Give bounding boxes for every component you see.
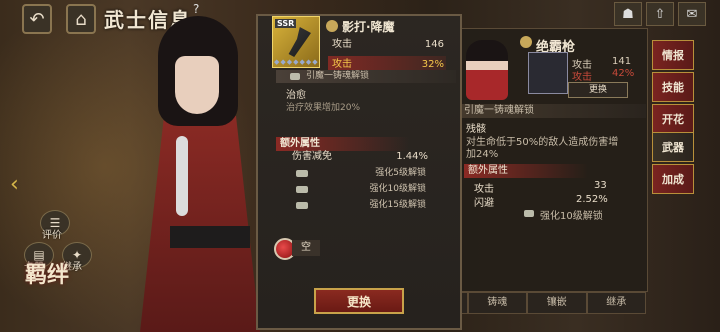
popup-attr-key: 伤害减免 bbox=[292, 151, 332, 162]
upload-icon[interactable]: ⇧ bbox=[646, 2, 674, 26]
gem-slot-label: 空 bbox=[292, 240, 320, 256]
lock-icon bbox=[296, 186, 308, 193]
tab-bloom[interactable]: 开花 bbox=[652, 104, 694, 134]
character-face bbox=[175, 56, 219, 114]
tab-soul[interactable]: 铸魂 bbox=[467, 292, 527, 314]
equipped-unlock: 强化10级解锁 bbox=[540, 211, 603, 222]
tab-info[interactable]: 情报 bbox=[652, 40, 694, 70]
character-belt bbox=[170, 226, 250, 248]
change-weapon-button[interactable]: 更换 bbox=[314, 288, 404, 314]
back-button[interactable]: ↶ bbox=[22, 4, 52, 34]
home-button[interactable]: ⌂ bbox=[66, 4, 96, 34]
lock-icon bbox=[290, 73, 300, 80]
lock-icon bbox=[296, 170, 308, 177]
game-screen: ↶ ⌂ 武士信息 ? ☗ ⇧ ✉ ‹ ☰ 评价 ▤ 卡册 ✦ 继承 羁绊 绝霸枪… bbox=[0, 0, 720, 332]
eval-label: 评价 bbox=[42, 230, 62, 241]
tab-inherit[interactable]: 继承 bbox=[586, 292, 646, 314]
rstat-val-0: 141 bbox=[612, 56, 632, 67]
weapon-type-icon bbox=[520, 36, 532, 48]
rstat-val-1: 42% bbox=[612, 68, 635, 79]
equipped-attr-key-0: 攻击 bbox=[474, 184, 494, 195]
lock-icon bbox=[296, 202, 308, 209]
unlock-row: 强化10级解锁 bbox=[296, 182, 426, 196]
bond-seal[interactable]: 羁绊 bbox=[12, 262, 82, 328]
equipped-attr-val-1: 2.52% bbox=[576, 194, 608, 205]
popup-weapon-name: 影打·降魔 bbox=[342, 20, 395, 34]
tab-skill[interactable]: 技能 bbox=[652, 72, 694, 102]
rank-dots: ◆◆◆◆◆◆◆ bbox=[274, 58, 319, 66]
unlock-text: 强化15级解锁 bbox=[369, 200, 426, 210]
equipped-change-button[interactable]: 更换 bbox=[568, 82, 628, 98]
tab-weapon[interactable]: 武器 bbox=[652, 132, 694, 162]
equipped-weapon-icon bbox=[528, 52, 568, 94]
character-portrait bbox=[130, 16, 260, 332]
character-rope bbox=[176, 136, 188, 216]
popup-attr-row: 伤害减免 1.44% bbox=[286, 150, 450, 164]
tier-badge: SSR bbox=[275, 19, 297, 28]
mail-icon[interactable]: ✉ bbox=[678, 2, 706, 26]
tab-inlay[interactable]: 镶嵌 bbox=[527, 292, 587, 314]
equipped-effect-desc-2: 加24% bbox=[466, 149, 499, 160]
unlock-text: 强化5级解锁 bbox=[375, 168, 426, 178]
back-arrow-icon: ↶ bbox=[29, 8, 45, 30]
popup-weapon-type-icon bbox=[326, 20, 338, 32]
popup-stat-row-0: 攻击 146 bbox=[328, 36, 446, 54]
help-icon[interactable]: ? bbox=[193, 2, 199, 16]
popup-stat-key: 攻击 bbox=[332, 39, 352, 50]
popup-effect-desc: 治疗效果增加20% bbox=[286, 103, 361, 113]
prev-arrow-icon[interactable]: ‹ bbox=[10, 172, 19, 197]
lock-icon bbox=[524, 210, 534, 217]
equipped-attr-header: 额外属性 bbox=[464, 164, 588, 178]
character-robe bbox=[140, 116, 260, 332]
popup-attr-header: 额外属性 bbox=[276, 137, 410, 151]
popup-effect-title: 治愈 bbox=[286, 90, 306, 101]
mask-icon[interactable]: ☗ bbox=[614, 2, 642, 26]
house-icon: ⌂ bbox=[75, 8, 87, 30]
tab-bonus[interactable]: 加成 bbox=[652, 164, 694, 194]
unlock-text: 强化10级解锁 bbox=[369, 184, 426, 194]
axe-icon bbox=[288, 27, 311, 57]
chibi-character bbox=[466, 40, 508, 100]
popup-stat-value: 146 bbox=[424, 39, 444, 50]
equipped-attr-key-1: 闪避 bbox=[474, 198, 494, 209]
popup-attr-value: 1.44% bbox=[396, 151, 428, 162]
equipped-attr-val-0: 33 bbox=[594, 180, 607, 191]
unlock-row: 强化15级解锁 bbox=[296, 198, 426, 212]
popup-section-header: 引魔一铸魂解锁 bbox=[276, 70, 456, 83]
rstat-key-1: 攻击 bbox=[572, 72, 592, 83]
unlock-row: 强化5级解锁 bbox=[296, 166, 426, 180]
